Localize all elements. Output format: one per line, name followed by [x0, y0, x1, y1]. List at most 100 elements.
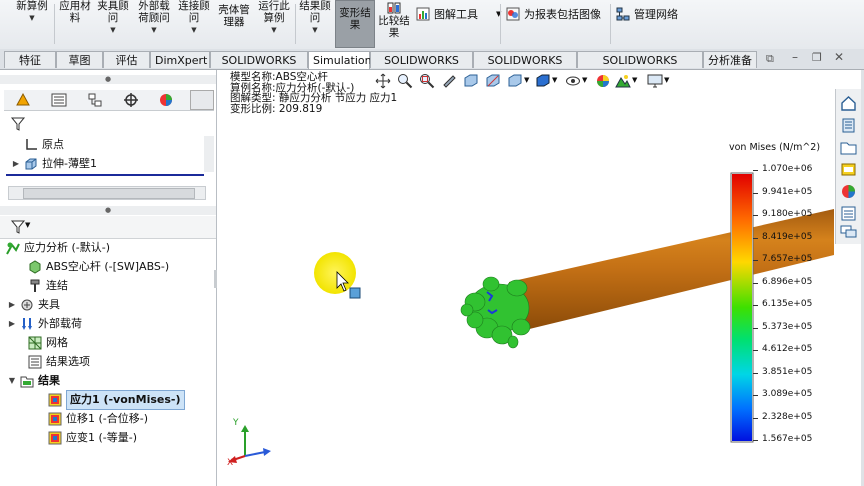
chevron-down-icon: ▼ — [110, 26, 116, 34]
pointer-tooltip-icon — [349, 287, 361, 299]
filter-icon[interactable] — [10, 116, 26, 132]
simulation-tree-header: ▼ — [0, 216, 216, 239]
tab-analysis-prep[interactable]: 分析准备 — [703, 51, 757, 68]
home-icon[interactable] — [840, 95, 857, 112]
minimize-icon[interactable]: – — [792, 50, 798, 64]
legend-tick-label: 5.373e+05 — [762, 321, 813, 332]
file-explorer-icon[interactable] — [840, 161, 857, 178]
tree-item-mesh[interactable]: 网格 — [28, 334, 68, 352]
legend-tick-label: 9.941e+05 — [762, 186, 813, 197]
tab-solidworks-inspection[interactable]: SOLIDWORKS Inspection — [577, 51, 703, 84]
tab-solidworks-addins[interactable]: SOLIDWORKS 插件 — [210, 51, 308, 84]
chevron-down-icon: ▼ — [29, 14, 35, 22]
network-icon — [616, 7, 630, 21]
tree-item-origin[interactable]: 原点 — [12, 136, 64, 154]
expand-arrow-icon[interactable]: ▶ — [8, 296, 16, 314]
fixtures-advisor-button[interactable]: 夹具顾 问 ▼ — [95, 0, 131, 46]
deformed-result-button[interactable]: 变形结 果 — [335, 0, 375, 48]
property-manager-tab-icon[interactable] — [50, 92, 68, 108]
rollback-bar[interactable] — [6, 174, 204, 176]
tab-simulation[interactable]: Simulation — [308, 51, 372, 69]
tab-solidworks-mbd[interactable]: SOLIDWORKS MBD — [370, 51, 473, 84]
feature-manager-panel: ● 原点 ▶ 拉伸-薄壁1 ● ▼ 应力分析 (-默认-) ABS空心杆 (-[… — [0, 70, 218, 486]
external-loads-advisor-button[interactable]: 外部载 荷顾问 ▼ — [134, 0, 174, 46]
connections-advisor-button[interactable]: 连接顾 问 ▼ — [175, 0, 213, 46]
dimxpert-manager-tab-icon[interactable] — [122, 92, 140, 108]
plot-tools-button[interactable]: 图解工具 ▼ — [416, 6, 501, 22]
legend-tick-label: 1.070e+06 — [762, 164, 813, 174]
panel-grip[interactable]: ● — [0, 75, 216, 84]
design-library-icon[interactable] — [840, 139, 857, 156]
include-image-in-report-button[interactable]: 为报表包括图像 — [506, 6, 601, 22]
divider — [54, 4, 55, 44]
window-float-icon[interactable]: ⧉ — [766, 52, 774, 66]
legend-tick-label: 9.180e+05 — [762, 209, 813, 219]
graphics-area[interactable]: 模型名称:ABS空心杆 算例名称:应力分析(-默认-) 图解类型: 静应力分析 … — [217, 70, 834, 486]
tab-features[interactable]: 特征 — [4, 51, 56, 68]
manage-network-button[interactable]: 管理网络 — [616, 6, 678, 22]
apply-material-button[interactable]: 应用材 料 — [57, 0, 93, 46]
expand-arrow-icon[interactable]: ▶ — [8, 315, 16, 333]
resources-icon[interactable] — [840, 117, 857, 134]
restore-icon[interactable]: ❐ — [812, 51, 822, 64]
tree-item-strain1[interactable]: 应变1 (-等量-) — [48, 429, 137, 447]
result-options-icon — [28, 355, 42, 369]
tree-item-stress1[interactable]: 应力1 (-vonMises-) — [48, 390, 185, 410]
legend-tick-mark — [753, 372, 758, 374]
displacement-plot-icon — [48, 412, 62, 426]
compare-results-button[interactable]: 比较结 果 — [377, 0, 411, 46]
tab-dimxpert[interactable]: DimXpert — [150, 51, 210, 68]
horizontal-scrollbar[interactable] — [8, 186, 206, 200]
feature-manager-tab-icon[interactable] — [14, 92, 32, 108]
shell-manager-button[interactable]: 壳体管 理器 — [215, 4, 253, 50]
tree-item-result-options[interactable]: 结果选项 — [28, 353, 90, 371]
display-manager-tab-icon[interactable] — [157, 92, 175, 108]
chevron-down-icon: ▼ — [271, 26, 277, 34]
tree-item-connections[interactable]: 连结 — [28, 277, 68, 295]
divider — [610, 4, 611, 44]
legend-tick-label: 2.328e+05 — [762, 411, 813, 422]
close-icon[interactable]: ✕ — [834, 50, 844, 64]
tree-item-external-loads[interactable]: ▶ 外部载荷 — [8, 315, 82, 333]
custom-properties-icon[interactable] — [840, 205, 857, 222]
legend-tick-label: 4.612e+05 — [762, 344, 813, 354]
appearances-icon[interactable] — [840, 183, 857, 200]
results-folder-icon — [20, 376, 34, 388]
more-tabs-button[interactable] — [190, 90, 214, 110]
tree-item-stress-study[interactable]: 应力分析 (-默认-) — [6, 239, 110, 257]
new-study-button[interactable]: 新算例 ▼ — [12, 0, 52, 46]
legend-tick-mark — [753, 215, 758, 216]
legend-tick-mark — [753, 305, 758, 306]
fixtures-icon — [21, 299, 33, 311]
tree-item-fixtures[interactable]: ▶ 夹具 — [8, 296, 60, 314]
legend-tick-mark — [753, 260, 758, 261]
collapse-arrow-icon[interactable]: ▼ — [8, 372, 16, 390]
legend-tick-mark — [753, 192, 758, 194]
configuration-manager-tab-icon[interactable] — [86, 92, 104, 108]
chevron-down-icon: ▼ — [312, 26, 318, 34]
legend-tick-mark — [753, 395, 758, 396]
tree-scrollbar[interactable] — [204, 136, 214, 172]
legend-tick-label: 3.851e+05 — [762, 366, 813, 377]
forum-icon[interactable] — [840, 223, 857, 240]
run-study-button[interactable]: 运行此 算例 ▼ — [255, 0, 293, 46]
tab-evaluate[interactable]: 评估 — [103, 51, 150, 68]
part-icon — [29, 260, 41, 274]
manager-tabs — [4, 90, 214, 111]
model-view[interactable] — [217, 70, 834, 486]
filter-icon[interactable] — [10, 219, 26, 235]
tree-item-results[interactable]: ▼ 结果 — [8, 372, 60, 390]
tab-solidworks-cam[interactable]: SOLIDWORKS CAM — [473, 51, 577, 84]
tree-item-displacement1[interactable]: 位移1 (-合位移-) — [48, 410, 148, 428]
tree-item-extrude-thin[interactable]: ▶ 拉伸-薄壁1 — [12, 155, 97, 173]
report-image-icon — [506, 7, 520, 21]
tree-item-part[interactable]: ABS空心杆 (-[SW]ABS-) — [28, 258, 169, 276]
compare-icon — [387, 2, 401, 14]
scroll-thumb[interactable] — [23, 188, 195, 199]
tab-sketch[interactable]: 草图 — [56, 51, 103, 68]
divider — [295, 4, 296, 44]
chevron-down-icon[interactable]: ▼ — [25, 221, 30, 229]
results-advisor-button[interactable]: 结果顾 问 ▼ — [298, 0, 332, 46]
expand-arrow-icon[interactable]: ▶ — [12, 155, 20, 173]
panel-splitter[interactable]: ● — [0, 206, 216, 215]
